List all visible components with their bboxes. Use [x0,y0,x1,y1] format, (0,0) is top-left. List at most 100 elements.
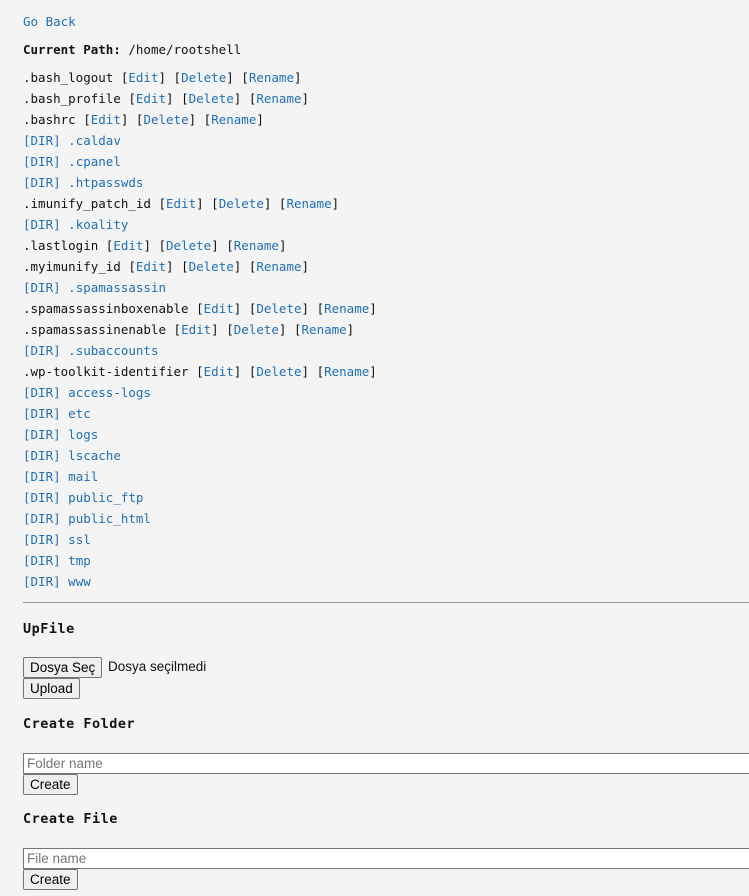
edit-link[interactable]: Edit [204,364,234,379]
go-back-link[interactable]: Go Back [23,14,76,29]
directory-name: access-logs [68,385,151,400]
directory-link[interactable]: [DIR] mail [23,469,98,484]
rename-link[interactable]: Rename [324,301,369,316]
delete-link[interactable]: Delete [189,259,234,274]
delete-link[interactable]: Delete [234,322,279,337]
edit-link[interactable]: Edit [204,301,234,316]
directory-link[interactable]: [DIR] ssl [23,532,91,547]
directory-row: [DIR] mail [23,469,377,490]
file-row: .spamassassinboxenable [Edit] [Delete] [… [23,301,377,322]
bracket: [ [226,322,234,337]
directory-row: [DIR] .cpanel [23,154,377,175]
directory-row: [DIR] .spamassassin [23,280,377,301]
directory-name: mail [68,469,99,484]
bracket: ] [166,259,174,274]
dir-prefix: [DIR] [23,154,61,169]
edit-link[interactable]: Edit [136,91,166,106]
directory-link[interactable]: [DIR] .cpanel [23,154,121,169]
bracket: ] [233,301,242,316]
directory-row: [DIR] access-logs [23,385,377,406]
rename-link[interactable]: Rename [286,196,331,211]
bracket: [ [158,238,167,253]
dir-prefix: [DIR] [23,343,61,358]
upload-button[interactable]: Upload [23,678,80,699]
edit-link[interactable]: Edit [181,322,211,337]
folder-name-input[interactable] [23,753,749,774]
directory-link[interactable]: [DIR] .htpasswds [23,175,143,190]
directory-row: [DIR] .caldav [23,133,377,154]
directory-link[interactable]: [DIR] www [23,574,91,589]
directory-row: [DIR] .subaccounts [23,343,377,364]
directory-link[interactable]: [DIR] access-logs [23,385,151,400]
file-row: .imunify_patch_id [Edit] [Delete] [Renam… [23,196,377,217]
directory-link[interactable]: [DIR] .spamassassin [23,280,166,295]
dir-prefix: [DIR] [23,406,61,421]
file-row: .bashrc [Edit] [Delete] [Rename] [23,112,377,133]
rename-link[interactable]: Rename [256,259,301,274]
bracket: [ [128,259,136,274]
delete-link[interactable]: Delete [256,364,301,379]
file-name: .bashrc [23,112,76,127]
delete-link[interactable]: Delete [256,301,301,316]
file-row: .spamassassinenable [Edit] [Delete] [Ren… [23,322,377,343]
bracket: [ [211,196,219,211]
choose-file-button[interactable]: Dosya Seç [23,657,103,678]
rename-link[interactable]: Rename [324,364,369,379]
bracket: ] [256,112,264,127]
bracket: ] [233,91,242,106]
directory-link[interactable]: [DIR] .koality [23,217,128,232]
directory-name: .htpasswds [68,175,144,190]
directory-link[interactable]: [DIR] public_ftp [23,490,143,505]
divider [23,602,749,603]
dir-prefix: [DIR] [23,574,61,589]
create-file-button[interactable]: Create [23,869,78,890]
directory-link[interactable]: [DIR] .caldav [23,133,121,148]
directory-name: .koality [68,217,129,232]
edit-link[interactable]: Edit [136,259,166,274]
delete-link[interactable]: Delete [166,238,211,253]
delete-link[interactable]: Delete [181,70,226,85]
directory-row: [DIR] public_ftp [23,490,377,511]
create-folder-button[interactable]: Create [23,774,78,795]
file-name-input[interactable] [23,848,749,869]
edit-link[interactable]: Edit [91,112,121,127]
file-name: .spamassassinenable [23,322,166,337]
directory-link[interactable]: [DIR] public_html [23,511,151,526]
directory-name: lscache [68,448,121,463]
edit-link[interactable]: Edit [113,238,143,253]
bracket: [ [173,70,182,85]
bracket: ] [278,322,287,337]
bracket: ] [278,238,287,253]
rename-link[interactable]: Rename [302,322,347,337]
file-name: .myimunify_id [23,259,121,274]
dir-prefix: [DIR] [23,532,61,547]
bracket: [ [316,364,325,379]
directory-row: [DIR] www [23,574,377,595]
rename-link[interactable]: Rename [234,238,279,253]
bracket: ] [166,91,174,106]
rename-link[interactable]: Rename [249,70,294,85]
delete-link[interactable]: Delete [143,112,188,127]
file-name: .spamassassinboxenable [23,301,189,316]
bracket: [ [173,322,182,337]
dir-prefix: [DIR] [23,469,61,484]
delete-link[interactable]: Delete [219,196,264,211]
directory-row: [DIR] ssl [23,532,377,553]
create-folder-heading: Create Folder [23,716,136,732]
bracket: ] [263,196,272,211]
rename-link[interactable]: Rename [211,112,256,127]
directory-link[interactable]: [DIR] .subaccounts [23,343,158,358]
bracket: ] [301,91,310,106]
directory-link[interactable]: [DIR] lscache [23,448,121,463]
edit-link[interactable]: Edit [128,70,158,85]
directory-row: [DIR] .koality [23,217,377,238]
delete-link[interactable]: Delete [189,91,234,106]
directory-link[interactable]: [DIR] etc [23,406,91,421]
directory-link[interactable]: [DIR] tmp [23,553,91,568]
directory-link[interactable]: [DIR] logs [23,427,98,442]
edit-link[interactable]: Edit [166,196,196,211]
rename-link[interactable]: Rename [256,91,301,106]
dir-prefix: [DIR] [23,553,61,568]
directory-name: tmp [68,553,91,568]
file-row: .lastlogin [Edit] [Delete] [Rename] [23,238,377,259]
